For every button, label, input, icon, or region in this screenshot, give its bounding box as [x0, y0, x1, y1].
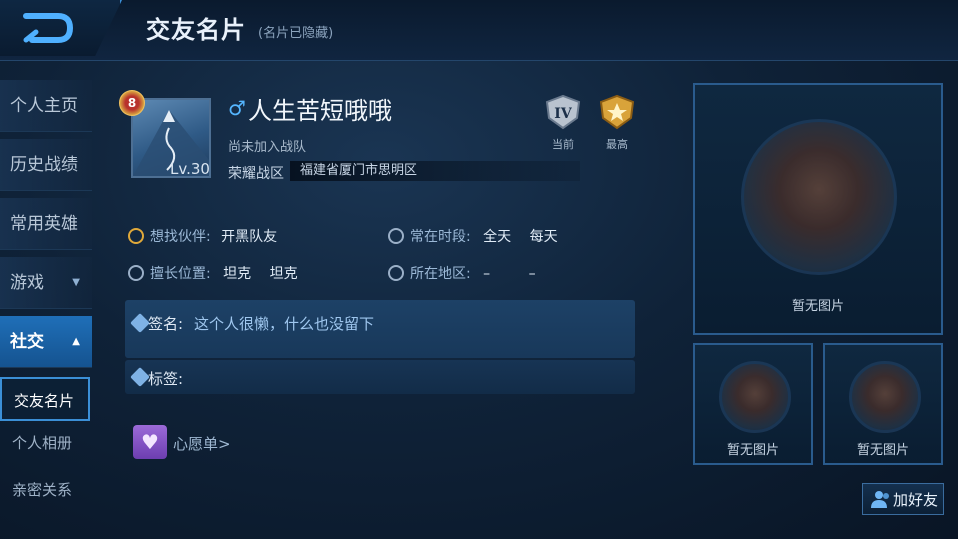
rank-current-icon: IV: [545, 94, 581, 130]
position-label: 擅长位置:: [150, 266, 211, 282]
sidebar-subitem-label: 亲密关系: [12, 481, 73, 499]
photo-small-1-placeholder: 暂无图片: [726, 443, 779, 458]
position-row: 擅长位置: 坦克 坦克: [128, 263, 298, 283]
position-value-1: 坦克: [223, 266, 252, 282]
photo-small-2-placeholder: 暂无图片: [856, 443, 909, 458]
sidebar-item-social[interactable]: 社交 ▲: [0, 316, 92, 368]
photo-main-placeholder: 暂无图片: [791, 299, 844, 314]
back-icon: [23, 13, 74, 43]
sidebar-item-history[interactable]: 历史战绩: [0, 139, 92, 191]
rank-best-icon: [599, 94, 635, 130]
partner-row: 想找伙伴: 开黑队友: [128, 226, 277, 246]
rank-best[interactable]: 最高: [592, 94, 642, 152]
player-level: Lv.30: [170, 160, 210, 178]
level-badge: 8: [119, 90, 145, 116]
heart-icon[interactable]: ♥: [133, 425, 167, 459]
partner-value: 开黑队友: [221, 229, 278, 245]
sidebar-item-label: 历史战绩: [10, 155, 78, 175]
add-user-icon: [871, 491, 889, 508]
zone-label: 荣耀战区: [228, 166, 284, 182]
chevron-down-icon: ▼: [72, 277, 80, 288]
sidebar-item-label: 个人主页: [10, 96, 78, 116]
person-icon: [128, 228, 144, 244]
sidebar-subitem-label: 个人相册: [12, 434, 73, 452]
page-subtitle: (名片已隐藏): [258, 26, 334, 41]
sidebar-item-heroes[interactable]: 常用英雄: [0, 198, 92, 250]
sidebar-item-game[interactable]: 游戏 ▼: [0, 257, 92, 309]
sidebar-item-label: 社交: [10, 332, 44, 352]
sidebar-subitem-intimacy[interactable]: 亲密关系: [0, 468, 92, 512]
hero-placeholder-icon: [719, 361, 791, 433]
hero-placeholder-icon: [741, 119, 897, 275]
page-title: 交友名片: [146, 16, 246, 44]
region-value-1: –: [483, 266, 491, 282]
star-icon: [128, 265, 144, 281]
hero-placeholder-icon: [849, 361, 921, 433]
rank-current-label: 当前: [552, 138, 574, 151]
rank-best-label: 最高: [606, 138, 628, 151]
partner-label: 想找伙伴:: [150, 229, 211, 245]
region-label: 所在地区:: [410, 266, 471, 282]
male-icon: ♂: [228, 96, 246, 120]
time-row: 常在时段: 全天 每天: [388, 226, 558, 246]
rank-current[interactable]: IV 当前: [538, 94, 588, 152]
add-friend-button[interactable]: 加好友: [862, 483, 944, 515]
location-pin-icon: [388, 265, 404, 281]
top-bar: 交友名片 (名片已隐藏): [0, 0, 958, 61]
tags-panel[interactable]: [125, 360, 635, 394]
zone-value: 福建省厦门市思明区: [290, 161, 580, 181]
photo-main[interactable]: 暂无图片: [693, 83, 943, 335]
clock-icon: [388, 228, 404, 244]
time-value-1: 全天: [483, 229, 512, 245]
region-value-2: –: [528, 266, 536, 282]
position-value-2: 坦克: [269, 266, 298, 282]
photo-small-2[interactable]: 暂无图片: [823, 343, 943, 465]
chevron-up-icon: ▲: [72, 336, 80, 347]
time-value-2: 每天: [529, 229, 558, 245]
player-name: 人生苦短哦哦: [248, 97, 392, 125]
sidebar-subitem-album[interactable]: 个人相册: [0, 421, 92, 465]
sidebar-subitem-card[interactable]: 交友名片: [0, 377, 90, 421]
team-status: 尚未加入战队: [228, 140, 307, 155]
sidebar-subitem-label: 交友名片: [14, 392, 75, 410]
photo-small-1[interactable]: 暂无图片: [693, 343, 813, 465]
time-label: 常在时段:: [410, 229, 471, 245]
signature-label: 签名:: [148, 315, 184, 333]
region-row: 所在地区: – –: [388, 263, 536, 283]
tags-label: 标签:: [148, 370, 184, 388]
wishlist-link[interactable]: 心愿单>: [173, 433, 231, 454]
sidebar-item-label: 游戏: [10, 273, 44, 293]
sidebar-item-homepage[interactable]: 个人主页: [0, 80, 92, 132]
rank-current-numeral: IV: [554, 106, 573, 122]
add-friend-label: 加好友: [893, 491, 939, 509]
signature-value: 这个人很懒，什么也没留下: [194, 315, 375, 333]
back-button[interactable]: [0, 0, 122, 56]
sidebar-item-label: 常用英雄: [10, 214, 78, 234]
